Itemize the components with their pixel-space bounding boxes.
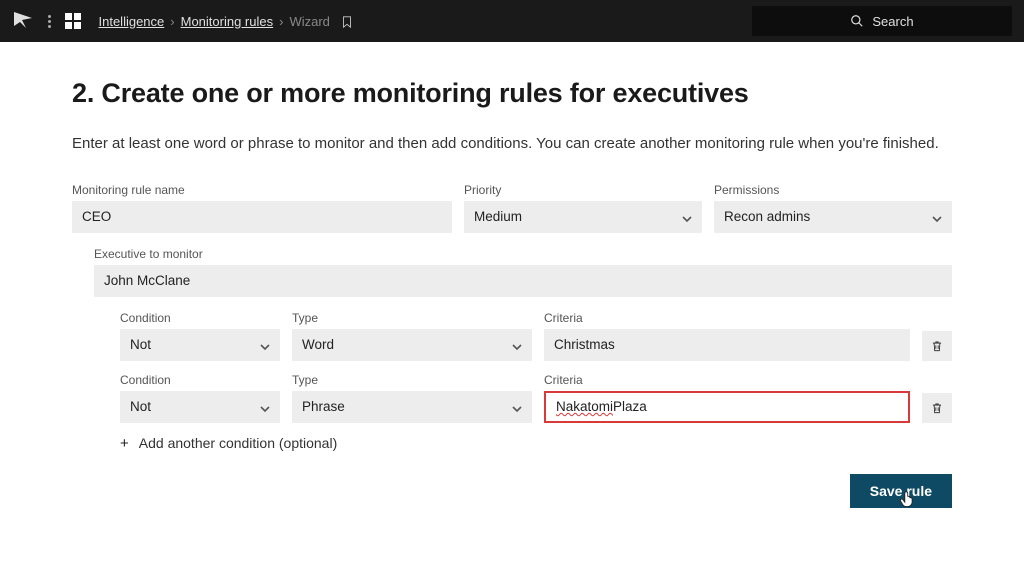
type-select[interactable]: Phrase: [292, 391, 532, 423]
cursor-hand-icon: [898, 486, 916, 508]
type-label: Type: [292, 373, 532, 387]
permissions-select[interactable]: Recon admins: [714, 201, 952, 233]
rule-name-label: Monitoring rule name: [72, 183, 452, 197]
chevron-right-icon: ›: [279, 14, 283, 29]
priority-value: Medium: [474, 209, 522, 224]
criteria-label: Criteria: [544, 311, 910, 325]
search-icon: [850, 14, 864, 28]
type-label: Type: [292, 311, 532, 325]
condition-label: Condition: [120, 311, 280, 325]
add-condition-button[interactable]: + Add another condition (optional): [120, 435, 952, 452]
chevron-down-icon: [512, 402, 522, 412]
executive-label: Executive to monitor: [94, 247, 952, 261]
breadcrumb: Intelligence › Monitoring rules › Wizard: [99, 13, 354, 29]
apps-grid-icon[interactable]: [65, 13, 81, 29]
condition-label: Condition: [120, 373, 280, 387]
logo-icon[interactable]: [12, 8, 36, 35]
permissions-value: Recon admins: [724, 209, 810, 224]
save-row: Save rule: [72, 474, 952, 508]
topbar-left: Intelligence › Monitoring rules › Wizard: [12, 8, 354, 35]
breadcrumb-current: Wizard: [289, 14, 329, 29]
search-placeholder: Search: [872, 14, 913, 29]
topbar: Intelligence › Monitoring rules › Wizard…: [0, 0, 1024, 42]
chevron-down-icon: [260, 402, 270, 412]
executive-input[interactable]: John McClane: [94, 265, 952, 297]
criteria-input-active[interactable]: Nakatomi Plaza: [544, 391, 910, 423]
executive-value: John McClane: [104, 273, 190, 288]
bookmark-icon[interactable]: [336, 13, 354, 29]
menu-dots-icon[interactable]: [48, 15, 51, 28]
breadcrumb-monitoring-rules[interactable]: Monitoring rules: [181, 14, 274, 29]
condition-row-1: Condition Not Type Word Criteria: [120, 311, 952, 361]
chevron-right-icon: ›: [170, 14, 174, 29]
chevron-down-icon: [512, 340, 522, 350]
rule-top-row: Monitoring rule name Priority Medium Per…: [72, 183, 952, 233]
breadcrumb-intelligence[interactable]: Intelligence: [99, 14, 165, 29]
priority-label: Priority: [464, 183, 702, 197]
main-content: 2. Create one or more monitoring rules f…: [0, 42, 1024, 544]
permissions-label: Permissions: [714, 183, 952, 197]
condition-row-2: Condition Not Type Phrase Criteria Nakat: [120, 373, 952, 423]
search-input[interactable]: Search: [752, 6, 1012, 36]
delete-condition-button[interactable]: [922, 331, 952, 361]
page-intro: Enter at least one word or phrase to mon…: [72, 131, 952, 157]
add-condition-label: Add another condition (optional): [139, 435, 337, 451]
priority-select[interactable]: Medium: [464, 201, 702, 233]
criteria-input[interactable]: [544, 329, 910, 361]
chevron-down-icon: [932, 212, 942, 222]
delete-condition-button[interactable]: [922, 393, 952, 423]
conditions-block: Condition Not Type Word Criteria: [120, 311, 952, 452]
plus-icon: +: [120, 435, 129, 452]
criteria-label: Criteria: [544, 373, 910, 387]
executive-block: Executive to monitor John McClane Condit…: [94, 247, 952, 452]
page-title: 2. Create one or more monitoring rules f…: [72, 78, 952, 109]
chevron-down-icon: [260, 340, 270, 350]
condition-select[interactable]: Not: [120, 391, 280, 423]
condition-select[interactable]: Not: [120, 329, 280, 361]
type-select[interactable]: Word: [292, 329, 532, 361]
rule-name-input[interactable]: [72, 201, 452, 233]
save-rule-button[interactable]: Save rule: [850, 474, 952, 508]
chevron-down-icon: [682, 212, 692, 222]
